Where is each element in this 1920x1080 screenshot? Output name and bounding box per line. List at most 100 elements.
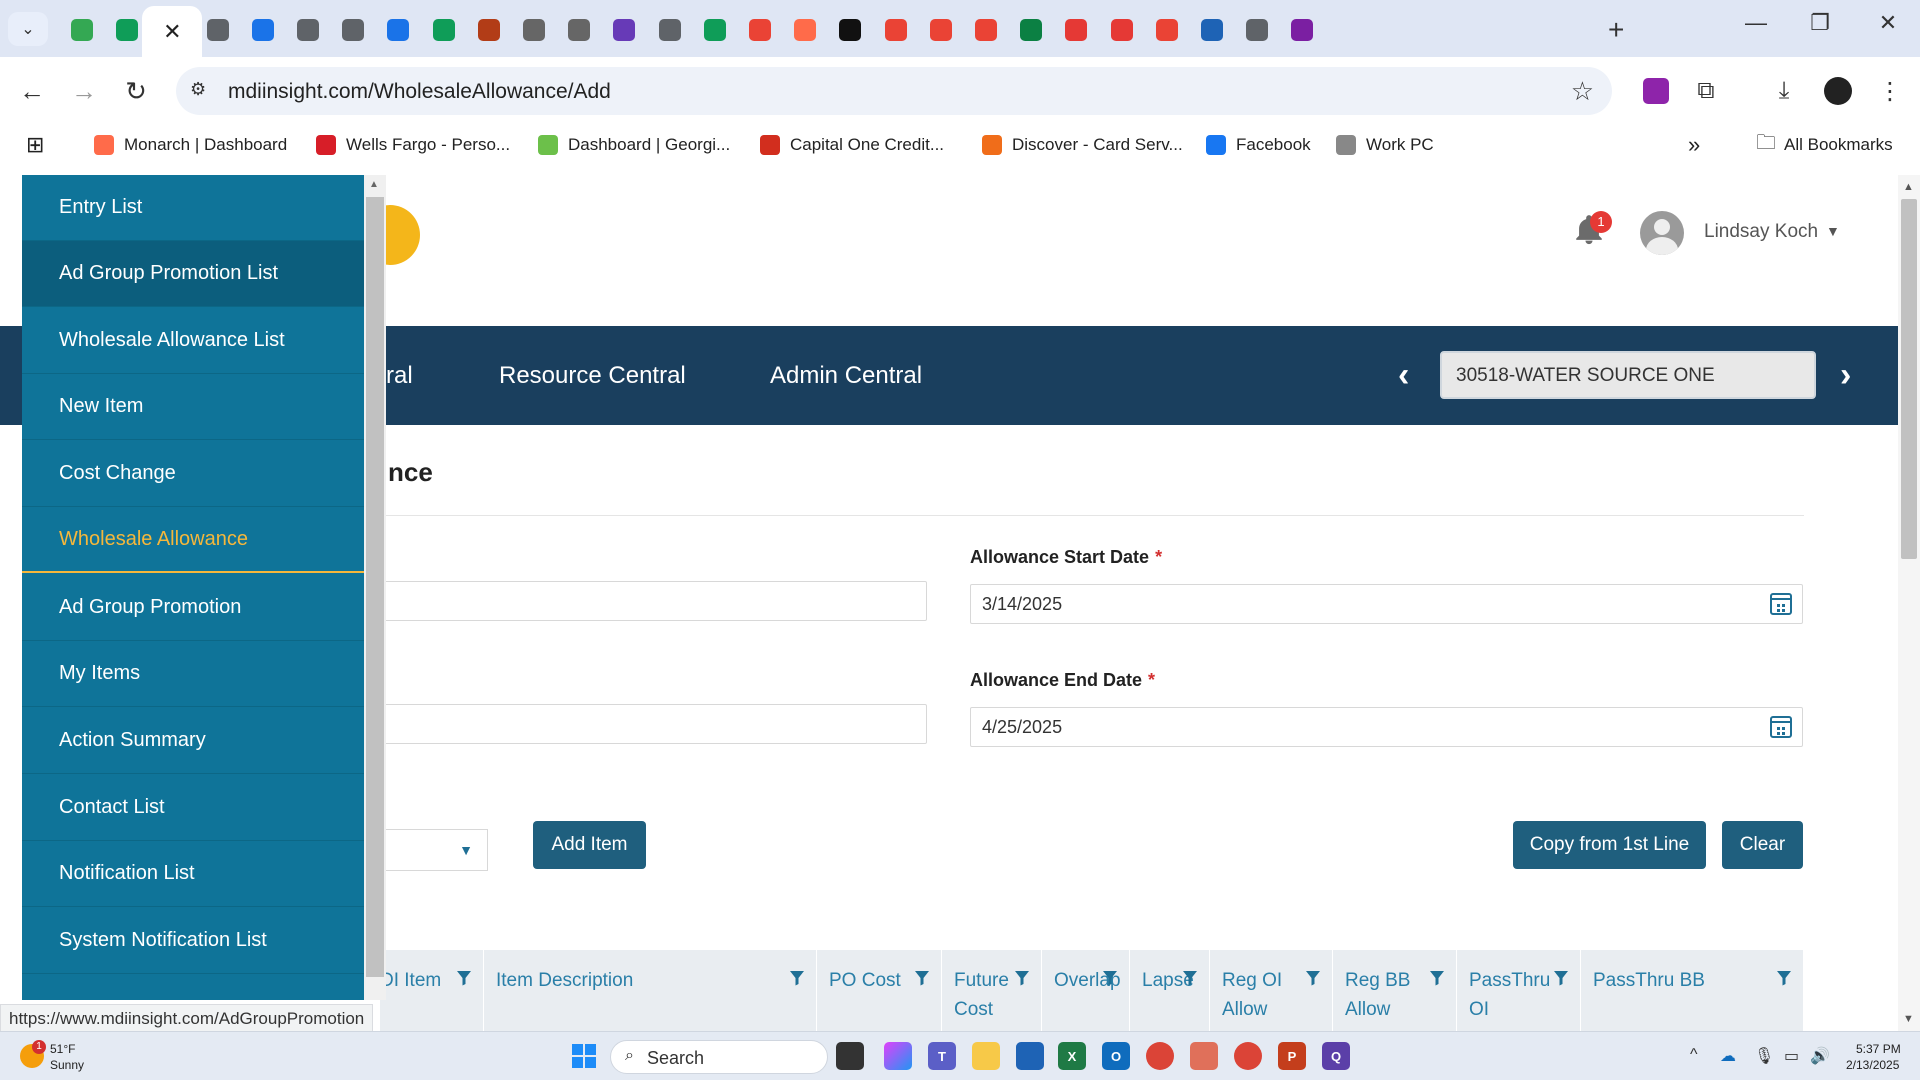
- menu-item-notification-list[interactable]: Notification List: [22, 841, 364, 907]
- browser-tab[interactable]: [689, 10, 741, 50]
- left-field-1[interactable]: [360, 581, 927, 621]
- calendar-icon[interactable]: [1770, 716, 1792, 738]
- weather-desc[interactable]: Sunny: [50, 1058, 84, 1072]
- scroll-down-icon[interactable]: ▼: [1903, 1013, 1914, 1025]
- menu-item-new-item[interactable]: New Item: [22, 374, 364, 440]
- browser-tab[interactable]: [1050, 10, 1102, 50]
- bookmark-item[interactable]: Capital One Credit...: [760, 131, 944, 159]
- maximize-button[interactable]: ❐: [1800, 10, 1840, 36]
- browser-tab[interactable]: [1231, 10, 1283, 50]
- browser-tab[interactable]: [372, 10, 424, 50]
- onedrive-icon[interactable]: ☁: [1720, 1046, 1736, 1066]
- bookmark-item[interactable]: Dashboard | Georgi...: [538, 131, 730, 159]
- profile-avatar-icon[interactable]: [1822, 75, 1854, 107]
- task-view-icon[interactable]: [836, 1042, 864, 1070]
- clock-date[interactable]: 2/13/2025: [1846, 1058, 1899, 1072]
- browser-tab[interactable]: [1141, 10, 1193, 50]
- filter-icon[interactable]: [1429, 970, 1445, 986]
- browser-tab[interactable]: [237, 10, 289, 50]
- grid-column-header[interactable]: PassThru OI: [1457, 950, 1581, 1031]
- scrollbar-thumb[interactable]: [366, 197, 384, 977]
- chrome-icon[interactable]: [1146, 1042, 1174, 1070]
- bookmark-item[interactable]: Facebook: [1206, 131, 1311, 159]
- scroll-up-icon[interactable]: ▲: [1903, 181, 1914, 193]
- app-icon[interactable]: [1190, 1042, 1218, 1070]
- filter-icon[interactable]: [1553, 970, 1569, 986]
- reload-button[interactable]: ↻: [116, 71, 156, 111]
- filter-icon[interactable]: [1014, 970, 1030, 986]
- browser-tab[interactable]: [779, 10, 831, 50]
- clear-button[interactable]: Clear: [1722, 821, 1803, 869]
- browser-tab[interactable]: [1096, 10, 1148, 50]
- grid-column-header[interactable]: PO Cost: [817, 950, 942, 1031]
- calendar-icon[interactable]: [1770, 593, 1792, 615]
- menu-item-partial[interactable]: [22, 975, 364, 1000]
- nav-link-partial[interactable]: ral: [386, 362, 413, 390]
- teams-icon[interactable]: T: [928, 1042, 956, 1070]
- chrome-active-icon[interactable]: [1234, 1042, 1262, 1070]
- download-icon[interactable]: ⤓: [1768, 75, 1800, 107]
- extension-icon[interactable]: [1640, 75, 1672, 107]
- bookmark-item[interactable]: Discover - Card Serv...: [982, 131, 1183, 159]
- nav-link-resource-central[interactable]: Resource Central: [499, 362, 686, 390]
- side-menu-scrollbar[interactable]: ▲: [364, 175, 386, 1000]
- browser-tab[interactable]: [824, 10, 876, 50]
- grid-column-header[interactable]: Reg OI Allow: [1210, 950, 1333, 1031]
- bookmark-star-icon[interactable]: ☆: [1571, 76, 1594, 107]
- outlook-icon[interactable]: O: [1102, 1042, 1130, 1070]
- browser-tab[interactable]: [1186, 10, 1238, 50]
- grid-column-header[interactable]: Lapse: [1130, 950, 1210, 1031]
- close-tab-icon[interactable]: ✕: [163, 19, 181, 45]
- browser-tab[interactable]: [463, 10, 515, 50]
- grid-column-header[interactable]: Reg BB Allow: [1333, 950, 1457, 1031]
- close-window-button[interactable]: ✕: [1868, 10, 1908, 36]
- menu-item-contact-list[interactable]: Contact List: [22, 775, 364, 841]
- volume-icon[interactable]: 🔊: [1810, 1046, 1830, 1066]
- grid-column-header[interactable]: Future Cost: [942, 950, 1042, 1031]
- browser-tab[interactable]: [418, 10, 470, 50]
- filter-icon[interactable]: [914, 970, 930, 986]
- grid-column-header[interactable]: Overlap: [1042, 950, 1130, 1031]
- scrollbar-thumb[interactable]: [1901, 199, 1917, 559]
- browser-tab[interactable]: [870, 10, 922, 50]
- back-button[interactable]: ←: [12, 71, 52, 111]
- menu-item-ad-group-promotion[interactable]: Ad Group Promotion: [22, 575, 364, 641]
- browser-tab[interactable]: [327, 10, 379, 50]
- filter-icon[interactable]: [1776, 970, 1792, 986]
- browser-tab[interactable]: [915, 10, 967, 50]
- menu-item-entry-list[interactable]: Entry List: [22, 175, 364, 241]
- page-scrollbar[interactable]: ▲ ▼: [1898, 175, 1920, 1031]
- address-bar[interactable]: ⚙ mdiinsight.com/WholesaleAllowance/Add …: [176, 67, 1612, 115]
- browser-tab[interactable]: [508, 10, 560, 50]
- user-name[interactable]: Lindsay Koch: [1704, 221, 1818, 243]
- location-prev-icon[interactable]: ‹: [1398, 356, 1409, 395]
- weather-temp[interactable]: 51°F: [50, 1042, 75, 1056]
- left-field-2[interactable]: [360, 704, 927, 744]
- file-explorer-icon[interactable]: [972, 1042, 1000, 1070]
- end-date-input[interactable]: 4/25/2025: [970, 707, 1803, 747]
- menu-item-my-items[interactable]: My Items: [22, 641, 364, 707]
- more-bookmarks-icon[interactable]: »: [1688, 131, 1700, 159]
- menu-item-action-summary[interactable]: Action Summary: [22, 708, 364, 774]
- grid-column-header[interactable]: Item Description: [484, 950, 817, 1031]
- taskbar-search[interactable]: ⌕ Search: [610, 1040, 828, 1074]
- browser-tab[interactable]: [56, 10, 108, 50]
- minimize-button[interactable]: —: [1736, 10, 1776, 36]
- filter-icon[interactable]: [456, 970, 472, 986]
- windows-start-icon[interactable]: [572, 1044, 596, 1068]
- network-icon[interactable]: ▭: [1784, 1046, 1799, 1066]
- browser-tab[interactable]: [644, 10, 696, 50]
- bookmark-item[interactable]: Work PC: [1336, 131, 1434, 159]
- extensions-puzzle-icon[interactable]: ⧉: [1690, 75, 1722, 107]
- grid-column-header[interactable]: PassThru BB: [1581, 950, 1804, 1031]
- browser-tab[interactable]: [598, 10, 650, 50]
- browser-tab[interactable]: [960, 10, 1012, 50]
- clock-time[interactable]: 5:37 PM: [1856, 1042, 1901, 1056]
- user-menu-caret-icon[interactable]: ▼: [1826, 223, 1840, 239]
- tab-search-button[interactable]: ⌄: [8, 12, 48, 46]
- scroll-up-icon[interactable]: ▲: [369, 179, 379, 190]
- forward-button[interactable]: →: [64, 71, 104, 111]
- copy-from-first-line-button[interactable]: Copy from 1st Line: [1513, 821, 1706, 869]
- filter-icon[interactable]: [1182, 970, 1198, 986]
- bookmark-item[interactable]: Wells Fargo - Perso...: [316, 131, 510, 159]
